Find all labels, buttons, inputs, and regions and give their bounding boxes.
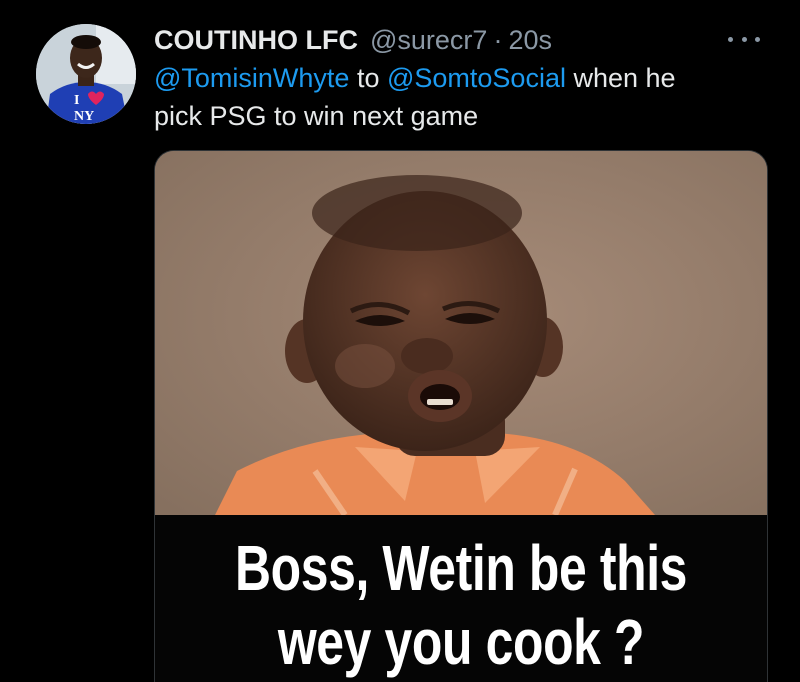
tweet-text-fragment: to [349, 63, 387, 93]
more-dot [741, 36, 747, 42]
more-dot [755, 36, 760, 42]
tweet-text-fragment: pick PSG to win next game [154, 101, 479, 131]
more-horizontal-icon[interactable] [724, 28, 764, 50]
mention-link[interactable]: @TomisinWhyte [154, 63, 349, 93]
avatar-shirt-letter: I [74, 93, 79, 108]
tweet[interactable]: I NY COUTINHO LFC @surecr7 · 20s @Tomisi… [0, 0, 800, 682]
tweet-text-fragment: when he [565, 63, 676, 93]
display-name[interactable]: COUTINHO LFC [154, 20, 358, 60]
meme-caption-line: Boss, Wetin be this [234, 532, 688, 604]
tweet-text: @TomisinWhyte to @SomtoSocial when he pic… [154, 59, 774, 135]
avatar[interactable]: I NY [36, 24, 136, 124]
timestamp[interactable]: 20s [508, 20, 552, 60]
user-handle[interactable]: @surecr7 [370, 20, 487, 60]
meme-caption: Boss, Wetin be this wey you cook ? [155, 515, 767, 682]
meme-photo [155, 151, 767, 515]
mention-link[interactable]: @SomtoSocial [387, 63, 566, 93]
avatar-shirt-ny: NY [74, 109, 94, 124]
more-dot [728, 36, 733, 42]
separator-dot: · [493, 25, 503, 55]
tweet-media-image[interactable]: Boss, Wetin be this wey you cook ? [154, 150, 768, 682]
meme-caption-line: wey you cook ? [277, 606, 645, 678]
tweet-header: COUTINHO LFC @surecr7 · 20s [154, 20, 552, 60]
